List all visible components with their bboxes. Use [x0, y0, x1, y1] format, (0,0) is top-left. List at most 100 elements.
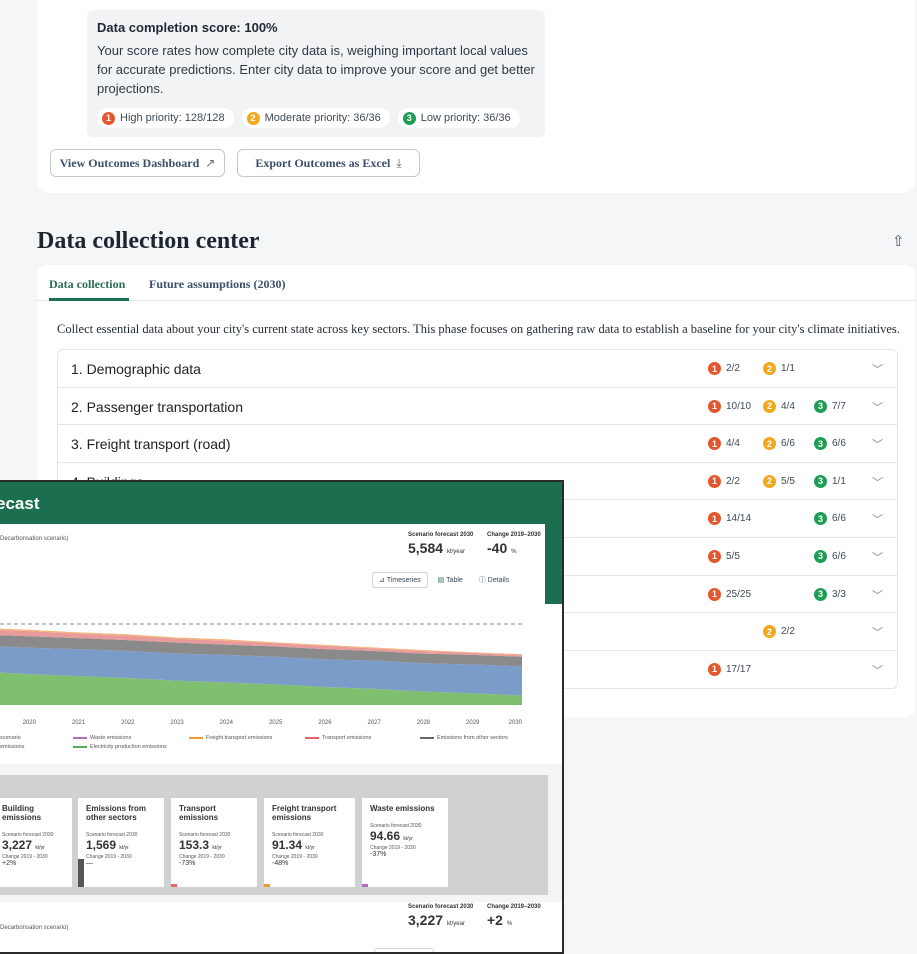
legend-label: Freight transport emissions — [206, 735, 273, 741]
tab-future-assumptions[interactable]: Future assumptions (2030) — [149, 277, 285, 292]
legend-item[interactable]: Waste emissions — [73, 735, 131, 741]
priority-badge-mod: 2 2/2 — [763, 625, 795, 639]
sector-card[interactable]: Building emissions Scenario forecast 2030… — [0, 798, 72, 887]
legend-item[interactable]: Electricity production emissions — [73, 744, 167, 750]
priority-pill-high: 1 High priority: 128/128 — [97, 108, 234, 128]
priority-badge-mod: 2 5/5 — [763, 474, 795, 488]
forecast-overlay: ecast Decarbonsation scenario) Scenario … — [0, 480, 564, 954]
chevron-down-icon[interactable]: ﹀ — [872, 549, 883, 565]
tab-bar: Data collection Future assumptions (2030… — [37, 265, 915, 301]
priority-mod-count: 6/6 — [781, 438, 795, 450]
legend-item[interactable]: scenario — [0, 735, 21, 741]
download-icon: ⤓ — [396, 155, 402, 170]
x-tick-label: 2022 — [121, 720, 135, 726]
priority-high-icon: 1 — [708, 362, 721, 375]
sector-card-number: 3,227 — [2, 838, 33, 852]
sector-card[interactable]: Freight transport emissions Scenario fore… — [264, 798, 355, 887]
sector-card-unit: kt/yr — [35, 845, 45, 851]
bottom-change-value: +2 % — [487, 912, 512, 928]
forecast-stat-value: 5,584 kt/year — [408, 540, 465, 556]
priority-badge-high: 1 2/2 — [708, 474, 740, 488]
bottom-change-label: Change 2019–2030 — [487, 904, 541, 910]
sector-card[interactable]: Emissions from other sectors Scenario for… — [78, 798, 164, 887]
sector-card-value: 1,569 kt/yr — [86, 838, 156, 852]
tab-timeseries-label: Timeseries — [386, 577, 421, 584]
sector-card-number: 1,569 — [86, 838, 117, 852]
sector-card-value: 153.3 kt/yr — [179, 838, 249, 852]
legend-item[interactable]: emissions — [0, 744, 24, 750]
legend-item[interactable]: Emissions from other sectors — [420, 735, 508, 741]
priority-high-icon: 1 — [708, 437, 721, 451]
bottom-change-unit: % — [506, 921, 513, 927]
sector-card-number: 91.34 — [272, 838, 303, 852]
share-icon[interactable]: ⇧ — [892, 232, 905, 250]
sector-card[interactable]: Waste emissions Scenario forecast 2030 94.… — [362, 798, 448, 887]
x-tick-label: 2029 — [466, 720, 480, 726]
tab-details[interactable]: ⓘ Details — [473, 572, 515, 588]
chevron-down-icon[interactable]: ﹀ — [872, 624, 883, 640]
priority-low-count: 6/6 — [832, 438, 846, 450]
priority-high-count: 25/25 — [726, 588, 752, 600]
tab-data-collection[interactable]: Data collection — [49, 277, 125, 292]
priority-high-count: 2/2 — [726, 363, 740, 374]
chevron-down-icon[interactable]: ﹀ — [872, 662, 883, 678]
chevron-down-icon[interactable]: ﹀ — [872, 587, 883, 603]
sector-card-unit: kt/yr — [212, 845, 222, 851]
chevron-down-icon[interactable]: ﹀ — [872, 361, 883, 377]
priority-mod-count: 5/5 — [781, 475, 795, 487]
legend-swatch — [420, 737, 434, 739]
sector-card[interactable]: Transport emissions Scenario forecast 203… — [171, 798, 257, 887]
view-outcomes-button[interactable]: View Outcomes Dashboard ↗ — [50, 149, 225, 177]
sector-card-number: 94.66 — [370, 829, 401, 843]
legend-item[interactable]: Freight transport emissions — [189, 735, 272, 741]
tab-table[interactable]: ▤ Table — [432, 573, 469, 587]
priority-badge-low: 3 3/3 — [814, 587, 846, 601]
bottom-panel: Decarbonsation scenario) Scenario foreca… — [0, 902, 562, 952]
legend-swatch — [305, 737, 319, 739]
legend-label: Electricity production emissions — [90, 744, 167, 750]
export-outcomes-button[interactable]: Export Outcomes as Excel ⤓ — [237, 149, 420, 177]
sector-card-change: -73% — [179, 860, 196, 867]
sector-row[interactable]: 2. Passenger transportation 1 10/10 2 4/4 3 7/… — [58, 388, 897, 426]
priority-low-count: 7/7 — [832, 400, 846, 412]
tab-timeseries[interactable]: ⊿ Timeseries — [372, 572, 428, 588]
sector-row[interactable]: 3. Freight transport (road) 1 4/4 2 6/6 3 6/6 ﹀ — [58, 425, 897, 463]
priority-low-icon: 3 — [814, 512, 827, 526]
bottom-forecast-label: Scenario forecast 2030 — [408, 904, 474, 910]
forecast-unit: kt/year — [446, 549, 465, 555]
score-box: Data completion score: 100% Your score r… — [87, 10, 545, 137]
priority-badge-low: 3 6/6 — [814, 549, 846, 563]
priority-high-count: 5/5 — [726, 550, 740, 562]
legend-swatch — [73, 737, 87, 739]
priority-pill-low: 3 Low priority: 36/36 — [397, 108, 520, 128]
priority-high-icon: 1 — [708, 512, 721, 526]
priority-mod-icon: 2 — [763, 437, 776, 451]
x-tick-label: 2024 — [220, 720, 234, 726]
chevron-down-icon[interactable]: ﹀ — [872, 436, 883, 452]
priority-moderate-icon: 2 — [246, 111, 260, 125]
sector-row[interactable]: 1. Demographic data 1 2/2 2 1/1 ﹀ — [58, 350, 897, 388]
priority-high-count: 4/4 — [726, 438, 740, 450]
chevron-down-icon[interactable]: ﹀ — [872, 474, 883, 490]
chevron-down-icon[interactable]: ﹀ — [872, 399, 883, 415]
chevron-down-icon[interactable]: ﹀ — [872, 511, 883, 527]
sector-card-bar — [171, 884, 177, 887]
sector-card-title: Freight transport emissions — [272, 804, 337, 822]
sector-card-title: Emissions from other sectors — [86, 804, 147, 822]
legend-label: Waste emissions — [90, 735, 132, 741]
legend-item[interactable]: Transport emissions — [305, 735, 371, 741]
legend-label: Emissions from other sectors — [437, 735, 508, 741]
sector-card-title: Transport emissions — [179, 804, 219, 822]
forecast-stat-label: Scenario forecast 2030 — [408, 532, 474, 538]
view-outcomes-label: View Outcomes Dashboard — [59, 155, 200, 170]
sector-card-change: — — [86, 860, 93, 867]
priority-mod-icon: 2 — [763, 474, 776, 488]
tab-table-label: Table — [446, 577, 463, 584]
sector-row-label: 2. Passenger transportation — [71, 398, 243, 415]
legend-swatch — [73, 746, 87, 748]
bottom-view-tab[interactable] — [374, 948, 434, 952]
priority-low-count: 6/6 — [832, 550, 846, 562]
priority-badge-high: 1 10/10 — [708, 399, 751, 413]
legend-swatch — [189, 737, 203, 739]
priority-badge-high: 1 2/2 — [708, 362, 740, 375]
